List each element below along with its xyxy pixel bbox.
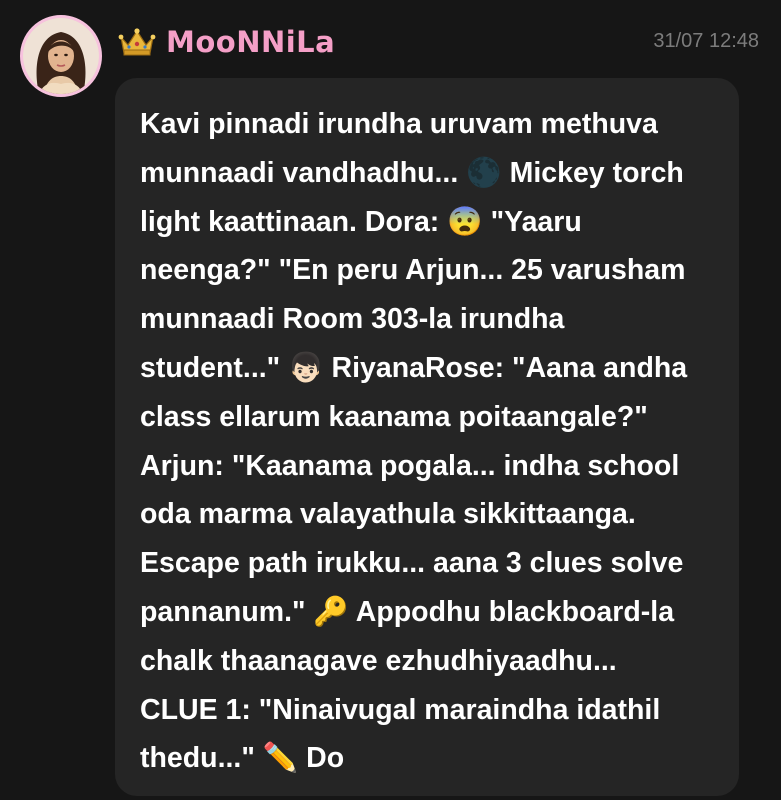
message-timestamp: 31/07 12:48 [653, 30, 759, 52]
avatar[interactable] [20, 15, 102, 97]
username[interactable]: MooNNiLa [166, 25, 335, 59]
message-text: Kavi pinnadi irundha uruvam methuva munn… [140, 108, 688, 775]
chat-message: MooNNiLa 31/07 12:48 Kavi pinnadi irundh… [0, 0, 781, 800]
avatar-image [23, 18, 99, 94]
message-bubble[interactable]: Kavi pinnadi irundha uruvam methuva munn… [115, 78, 739, 796]
message-header: MooNNiLa [118, 20, 335, 64]
crown-icon [118, 27, 156, 57]
